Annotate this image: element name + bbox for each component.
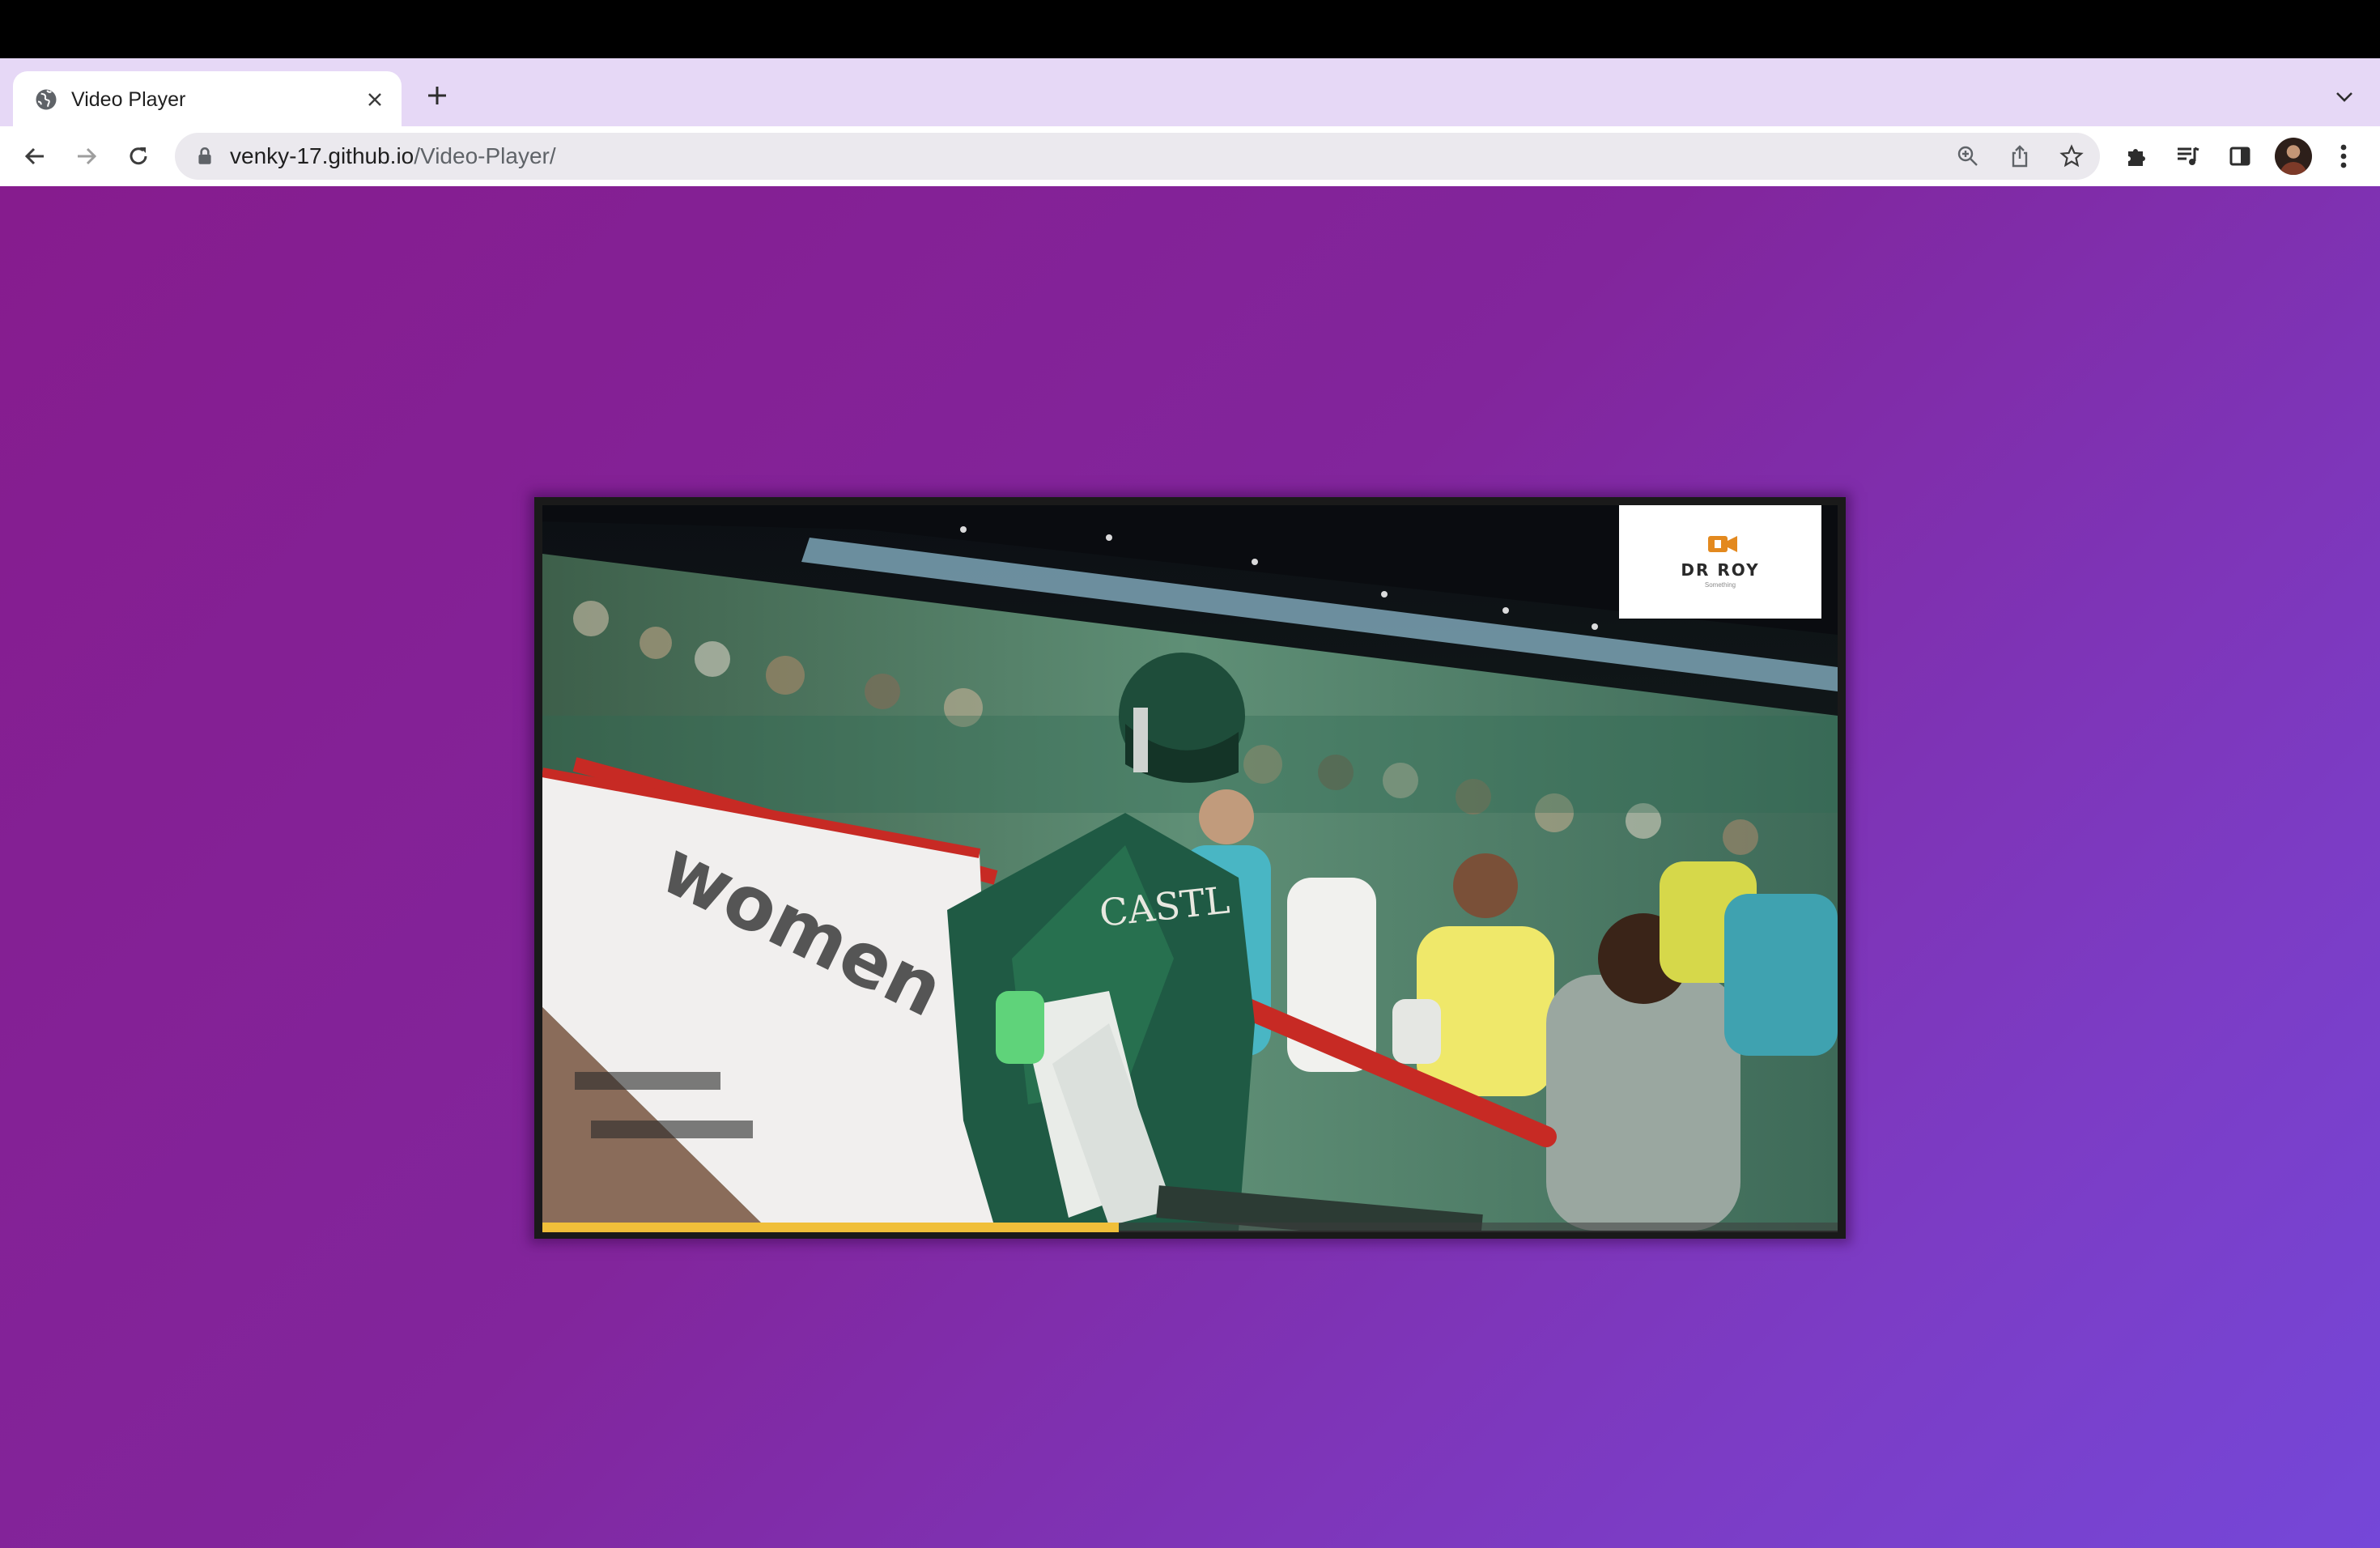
back-arrow-icon[interactable] (15, 136, 55, 176)
watermark-brand: DR ROY (1681, 560, 1760, 580)
lock-icon (198, 147, 211, 164)
url-host: venky-17.github.io (230, 143, 414, 168)
page-content: women CASTL DR ROY Something (0, 186, 2380, 1548)
tab-strip: Video Player (0, 58, 2380, 126)
puzzle-icon[interactable] (2116, 136, 2157, 176)
video-camera-icon (1708, 536, 1737, 552)
video-progress-fill (542, 1223, 1119, 1232)
tab-title: Video Player (71, 88, 186, 111)
address-bar[interactable]: venky-17.github.io/Video-Player/ (175, 133, 2100, 180)
star-icon[interactable] (2058, 142, 2085, 170)
video-frame[interactable]: women CASTL DR ROY Something (542, 505, 1838, 1231)
reload-icon[interactable] (118, 136, 159, 176)
new-tab-plus-icon[interactable] (419, 78, 455, 113)
video-player[interactable]: women CASTL DR ROY Something (534, 497, 1846, 1239)
forward-arrow-icon[interactable] (66, 136, 107, 176)
tab-close-icon[interactable] (361, 86, 389, 113)
zoom-icon[interactable] (1954, 142, 1982, 170)
url-path: /Video-Player/ (414, 143, 556, 168)
profile-avatar[interactable] (2275, 138, 2312, 175)
share-icon[interactable] (2006, 142, 2034, 170)
watermark-tagline: Something (1704, 581, 1736, 589)
browser-toolbar: venky-17.github.io/Video-Player/ (0, 126, 2380, 186)
os-menu-bar (0, 0, 2380, 58)
watermark-logo: DR ROY Something (1619, 505, 1821, 619)
media-queue-icon[interactable] (2168, 136, 2208, 176)
tab-video-player[interactable]: Video Player (13, 71, 402, 126)
video-progress-bar[interactable] (542, 1223, 1838, 1232)
globe-icon (36, 89, 57, 110)
kebab-menu-icon[interactable] (2323, 136, 2364, 176)
url-text[interactable]: venky-17.github.io/Video-Player/ (230, 142, 556, 170)
tab-search-chevron-down-icon[interactable] (2328, 81, 2361, 113)
side-panel-icon[interactable] (2220, 136, 2260, 176)
